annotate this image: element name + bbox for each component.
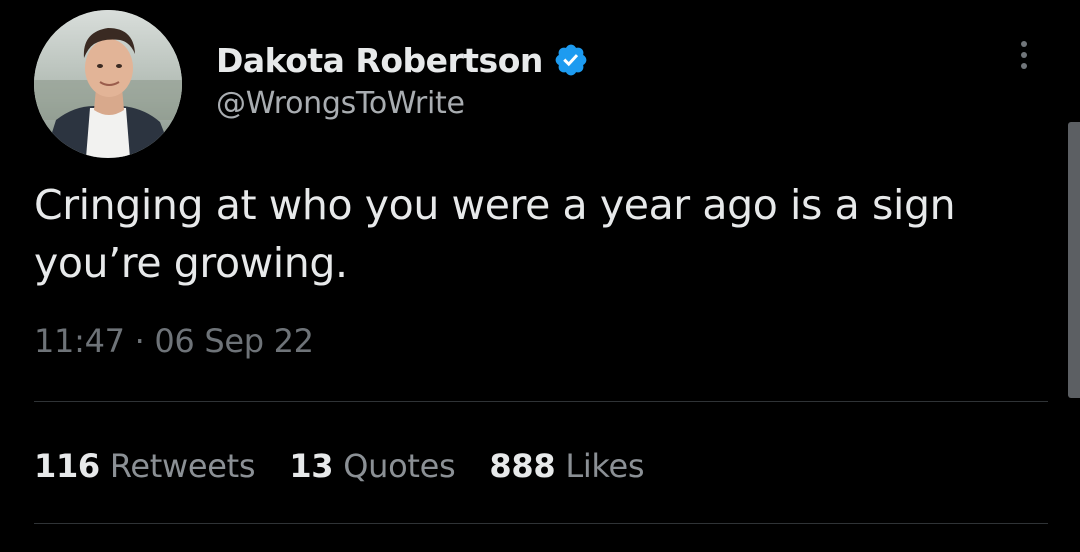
likes-stat[interactable]: 888 Likes: [489, 447, 644, 485]
quotes-stat[interactable]: 13 Quotes: [289, 447, 455, 485]
retweets-label: Retweets: [109, 447, 256, 485]
author-display-name[interactable]: Dakota Robertson: [216, 41, 543, 80]
quotes-count: 13: [289, 447, 334, 485]
divider: [34, 401, 1048, 402]
tweet-text: Cringing at who you were a year ago is a…: [34, 181, 956, 287]
author-name-row: Dakota Robertson: [216, 38, 589, 82]
more-options-icon-dot: [1021, 52, 1027, 58]
quotes-label: Quotes: [343, 447, 456, 485]
more-options-button[interactable]: [1008, 34, 1040, 76]
author-handle[interactable]: @WrongsToWrite: [216, 86, 465, 121]
likes-count: 888: [489, 447, 556, 485]
verified-badge-icon: [553, 42, 589, 78]
scrollbar[interactable]: [1068, 122, 1080, 398]
more-options-icon-dot: [1021, 63, 1027, 69]
retweets-stat[interactable]: 116 Retweets: [34, 447, 256, 485]
more-options-icon: [1021, 41, 1027, 47]
engagement-stats: 116 Retweets 13 Quotes 888 Likes: [34, 440, 678, 492]
avatar-photo: [34, 10, 182, 158]
tweet-timestamp[interactable]: 11:47 · 06 Sep 22: [34, 322, 314, 360]
divider: [34, 523, 1048, 524]
avatar[interactable]: [34, 10, 182, 158]
likes-label: Likes: [565, 447, 645, 485]
retweets-count: 116: [34, 447, 100, 485]
